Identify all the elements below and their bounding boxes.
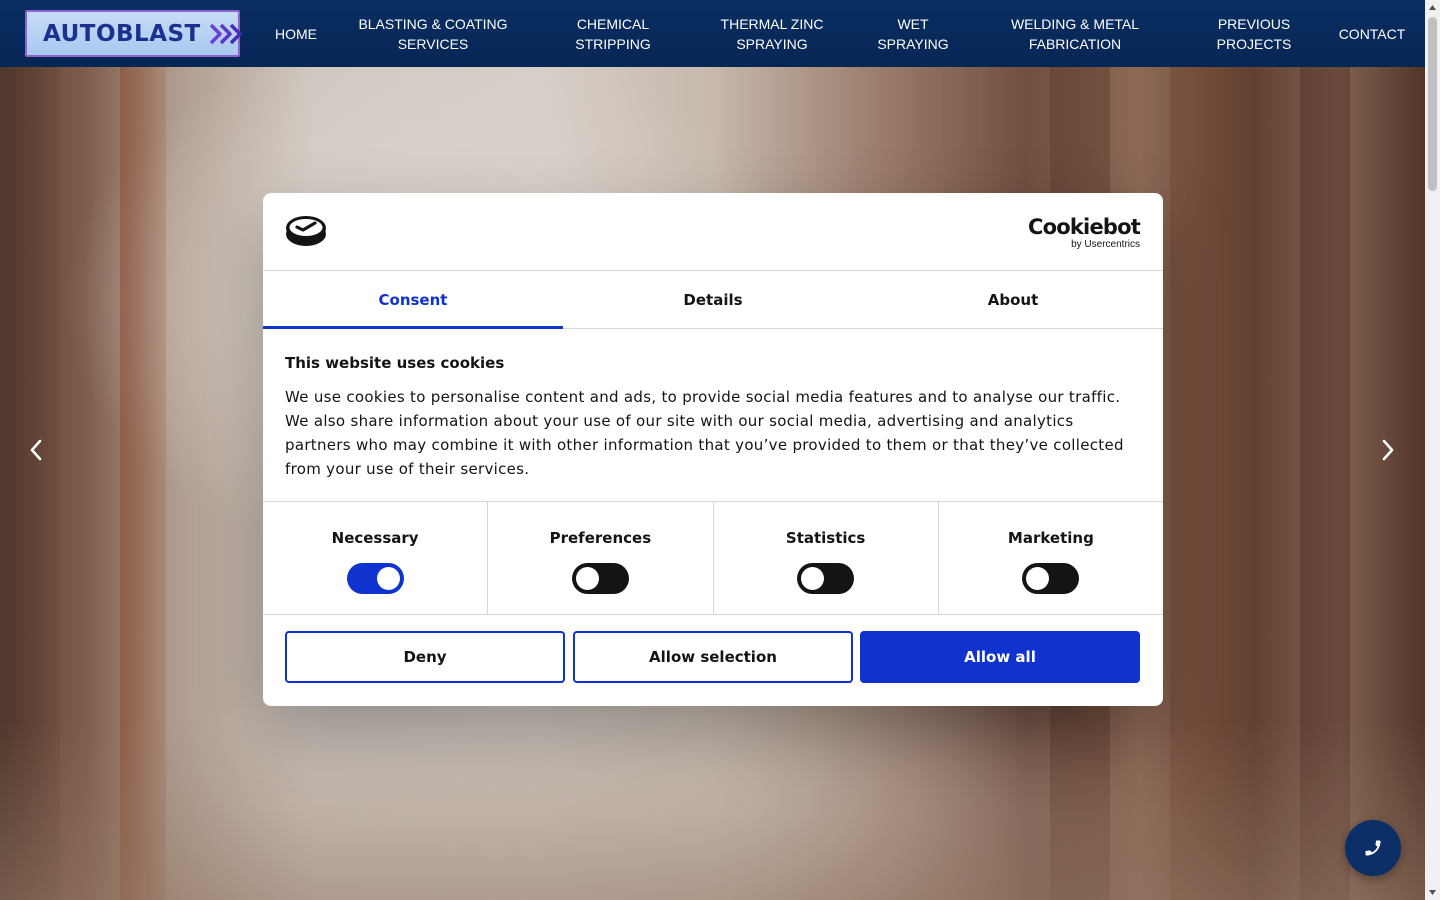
toggle-knob xyxy=(801,567,825,590)
cookiebot-brand-name: Cookiebot xyxy=(1028,215,1141,239)
phone-icon xyxy=(1365,840,1381,856)
marketing-toggle[interactable] xyxy=(1022,563,1080,594)
nav-item-wet-spraying[interactable]: WET SPRAYING xyxy=(868,0,958,67)
site-navbar: AUTOBLAST HOME BLASTING & COATING SERVICE… xyxy=(0,0,1425,67)
deny-button[interactable]: Deny xyxy=(285,631,565,683)
toggle-knob xyxy=(376,567,400,590)
necessary-toggle[interactable] xyxy=(346,563,404,594)
nav-item-label: CONTACT xyxy=(1338,25,1406,42)
allow-all-button[interactable]: Allow all xyxy=(860,631,1140,683)
nav-item-label: PREVIOUS xyxy=(1217,15,1291,32)
nav-item-thermal-zinc[interactable]: THERMAL ZINC SPRAYING xyxy=(716,0,828,67)
nav-item-home[interactable]: HOME xyxy=(262,0,330,67)
slider-prev-button[interactable] xyxy=(23,437,49,463)
allow-selection-button[interactable]: Allow selection xyxy=(573,631,853,683)
pref-marketing: Marketing xyxy=(939,502,1163,614)
nav-item-label: STRIPPING xyxy=(575,35,651,52)
cookie-consent-dialog: Cookiebot by Usercentrics Consent Detail… xyxy=(263,193,1163,706)
page-scrollbar[interactable] xyxy=(1425,0,1440,900)
nav-item-label: BLASTING & COATING xyxy=(358,15,508,32)
dialog-tabs: Consent Details About xyxy=(263,271,1163,329)
nav-item-label: SPRAYING xyxy=(736,35,808,52)
dialog-title: This website uses cookies xyxy=(285,354,505,372)
triangle-down-icon xyxy=(1429,890,1436,895)
dialog-body: This website uses cookies We use cookies… xyxy=(285,353,1125,481)
triple-chevron-right-icon xyxy=(209,22,245,46)
nav-item-blasting-coating[interactable]: BLASTING & COATING SERVICES xyxy=(350,0,516,67)
nav-item-previous-projects[interactable]: PREVIOUS PROJECTS xyxy=(1206,0,1302,67)
toggle-knob xyxy=(1026,567,1050,590)
pref-label: Statistics xyxy=(785,529,866,547)
nav-item-label: WET xyxy=(897,15,929,32)
slider-next-button[interactable] xyxy=(1375,437,1401,463)
nav-item-welding-fabrication[interactable]: WELDING & METAL FABRICATION xyxy=(1000,0,1150,67)
preferences-toggle[interactable] xyxy=(571,563,629,594)
nav-item-label: WELDING & METAL xyxy=(1010,15,1140,32)
logo-text: AUTOBLAST xyxy=(43,20,201,47)
site-logo[interactable]: AUTOBLAST xyxy=(25,10,242,57)
triangle-up-icon xyxy=(1429,5,1436,10)
nav-item-label: HOME xyxy=(275,25,317,42)
nav-item-label: SPRAYING xyxy=(877,35,949,52)
call-button[interactable] xyxy=(1345,820,1401,876)
pref-label: Marketing xyxy=(1007,529,1094,547)
chevron-left-icon xyxy=(30,439,42,461)
dialog-header: Cookiebot by Usercentrics xyxy=(263,193,1163,271)
pref-necessary: Necessary xyxy=(263,502,489,614)
pref-label: Preferences xyxy=(549,529,652,547)
nav-item-label: FABRICATION xyxy=(1028,35,1122,52)
toggle-knob xyxy=(575,567,599,590)
dialog-description: We use cookies to personalise content an… xyxy=(285,388,1124,478)
nav-item-label: SERVICES xyxy=(397,35,469,52)
nav-item-label: THERMAL ZINC xyxy=(720,15,824,32)
tab-consent[interactable]: Consent xyxy=(263,271,563,329)
pref-label: Necessary xyxy=(331,529,419,547)
pref-preferences: Preferences xyxy=(488,502,714,614)
tab-about[interactable]: About xyxy=(863,271,1163,328)
cookiebot-brand[interactable]: Cookiebot by Usercentrics xyxy=(1028,215,1141,251)
nav-item-chemical-stripping[interactable]: CHEMICAL STRIPPING xyxy=(560,0,666,67)
nav-item-label: CHEMICAL xyxy=(576,15,650,32)
scroll-down-arrow[interactable] xyxy=(1425,885,1440,900)
cookie-logo-icon xyxy=(285,215,327,251)
nav-item-label: PROJECTS xyxy=(1216,35,1292,52)
nav-item-contact[interactable]: CONTACT xyxy=(1330,0,1414,67)
scroll-up-arrow[interactable] xyxy=(1425,0,1440,15)
cookie-preferences: Necessary Preferences Statistics Marketi… xyxy=(263,501,1163,615)
statistics-toggle[interactable] xyxy=(797,563,855,594)
pref-statistics: Statistics xyxy=(714,502,939,614)
cookiebot-brand-sub: by Usercentrics xyxy=(1071,239,1140,250)
chevron-right-icon xyxy=(1382,439,1394,461)
tab-details[interactable]: Details xyxy=(563,271,863,328)
scrollbar-thumb[interactable] xyxy=(1428,17,1437,191)
